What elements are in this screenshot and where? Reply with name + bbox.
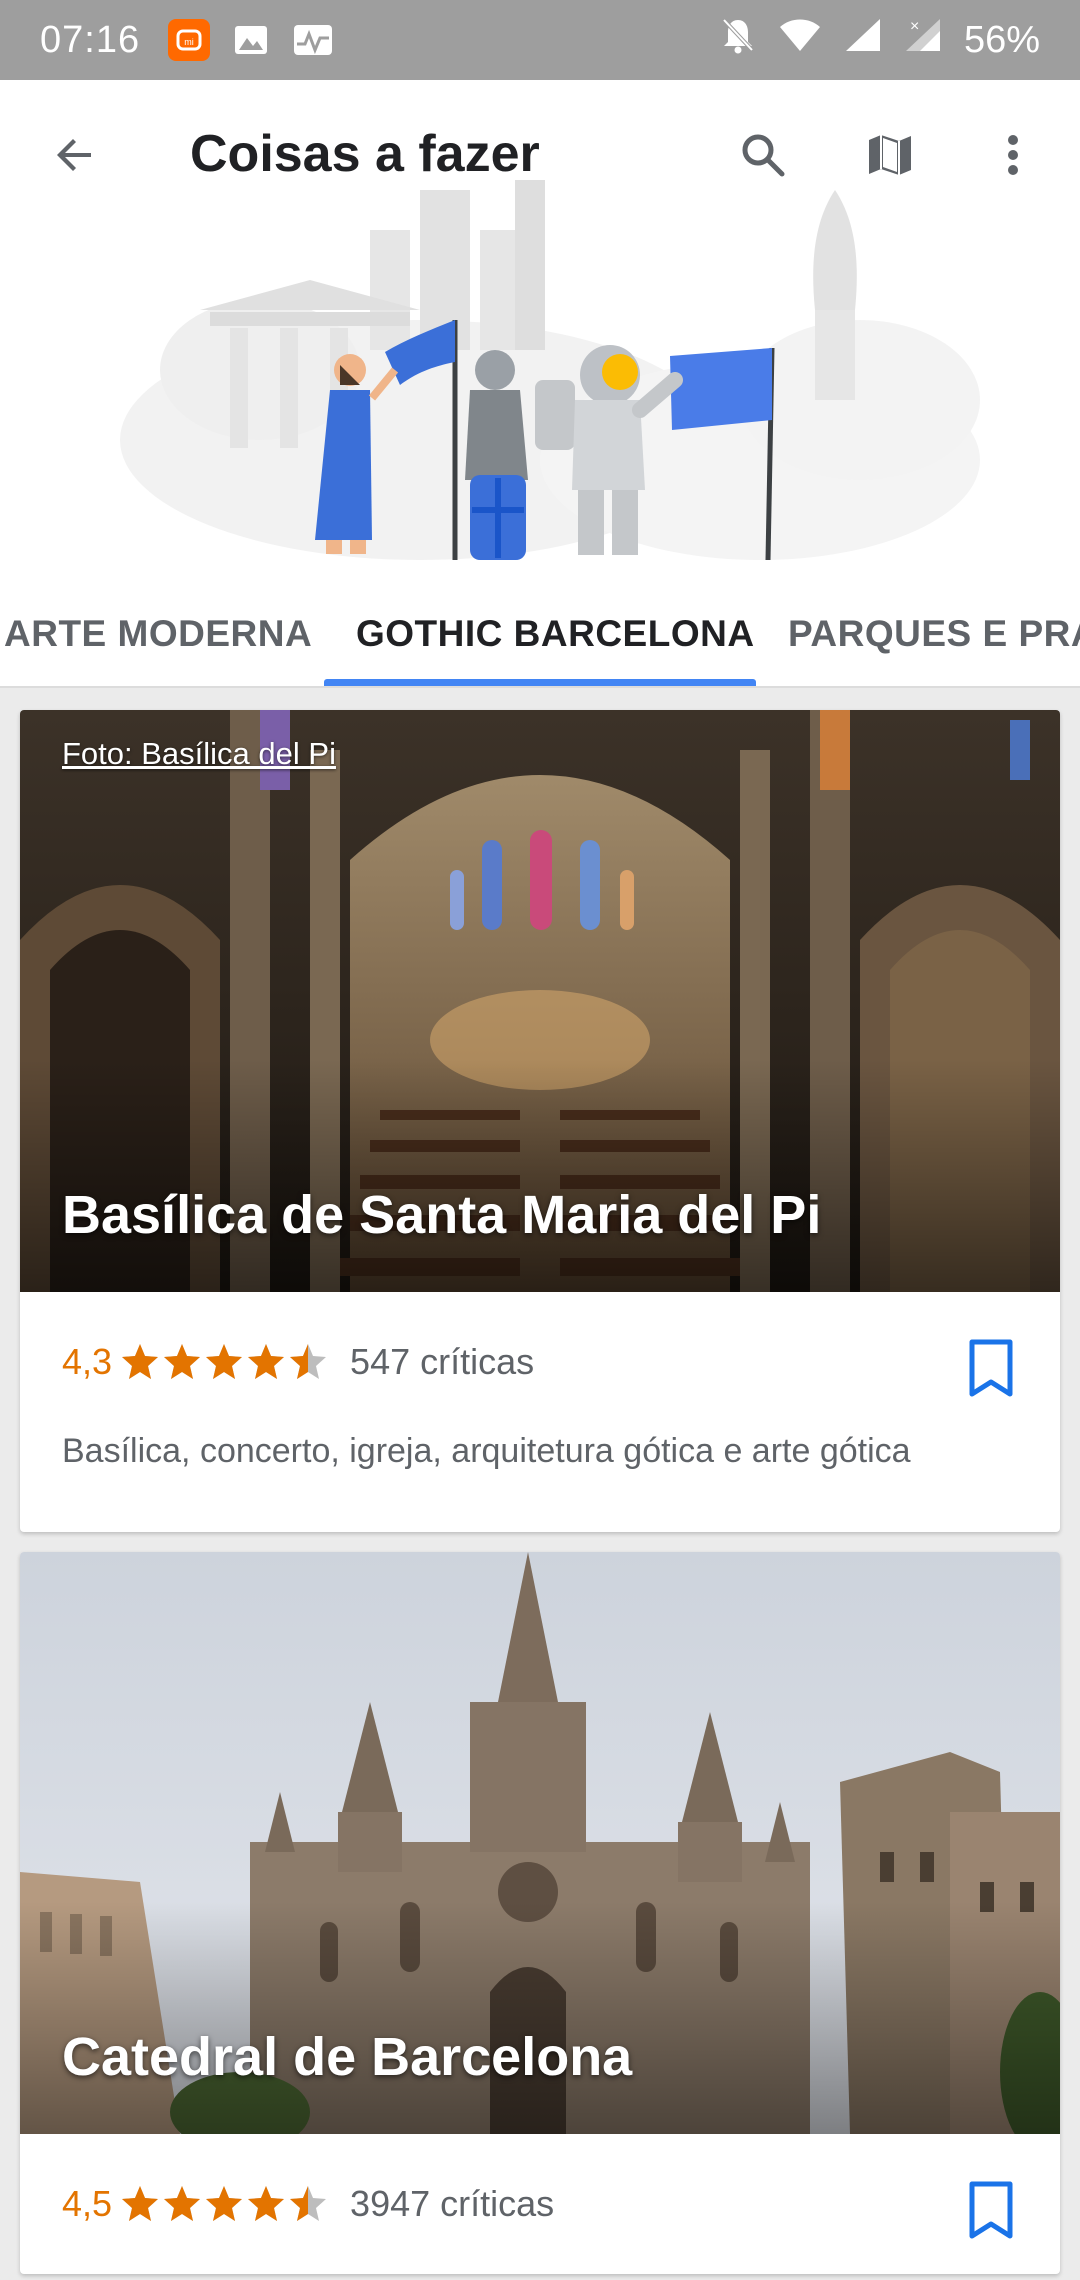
active-tab-indicator [324,679,756,686]
search-icon [742,134,785,177]
place-card[interactable]: Catedral de Barcelona 4,5 3947 críticas [20,1552,1060,2274]
place-card[interactable]: Foto: Basílica del Pi Basílica de Santa … [20,710,1060,1532]
mute-icon [720,16,756,64]
rating-row: 4,3 547 críticas [20,1292,1060,1432]
tab-arte-moderna[interactable]: ARTE MODERNA [4,580,312,686]
star-icon [290,1344,327,1379]
review-count[interactable]: 547 críticas [350,1341,534,1383]
svg-text:×: × [910,18,919,35]
search-button[interactable] [730,122,796,188]
star-icon [290,2186,327,2221]
star-icon [206,2186,243,2221]
save-place-button[interactable] [966,1338,1016,1398]
page-title: Coisas a fazer [190,125,540,183]
map-icon [869,135,911,175]
place-photo[interactable]: Foto: Basílica del Pi Basílica de Santa … [20,710,1060,1292]
back-arrow-icon [57,139,91,171]
save-place-button[interactable] [966,2180,1016,2240]
more-vert-icon [1008,135,1018,175]
header: Coisas a fazer [0,80,1080,580]
star-icon [164,1344,201,1379]
bookmark-icon [969,2181,1013,2239]
star-rating [120,2184,328,2224]
place-name: Catedral de Barcelona [62,2027,633,2087]
activity-icon [292,19,334,61]
more-options-button[interactable] [980,122,1046,188]
star-rating [120,1342,328,1382]
rating-value: 4,3 [62,1341,113,1382]
category-tabs: ARTE MODERNA GOTHIC BARCELONA PARQUES E … [0,580,1080,688]
signal-icon [844,17,882,63]
status-time: 07:16 [40,18,141,61]
star-icon [122,2186,159,2221]
photo-credit-link[interactable]: Foto: Basílica del Pi [62,736,336,772]
wifi-icon [778,17,822,63]
review-count[interactable]: 3947 críticas [350,2183,554,2225]
star-icon [206,1344,243,1379]
rating-value: 4,5 [62,2183,113,2224]
tab-parques-e-pracas[interactable]: PARQUES E PRAÇ [788,580,1080,686]
image-icon [230,19,272,61]
star-icon [248,1344,285,1379]
star-icon [122,1344,159,1379]
tab-gothic-barcelona[interactable]: GOTHIC BARCELONA [356,580,755,686]
rating-row: 4,5 3947 críticas [20,2134,1060,2274]
star-icon [164,2186,201,2221]
place-categories: Basílica, concerto, igreja, arquitetura … [62,1432,911,1470]
status-bar: 07:16 mi × 56% [0,0,1080,80]
battery-level: 56% [963,18,1040,61]
bookmark-icon [969,1339,1013,1397]
place-photo[interactable]: Catedral de Barcelona [20,1552,1060,2134]
map-button[interactable] [857,122,923,188]
back-button[interactable] [42,122,108,188]
mi-app-icon: mi [168,19,211,61]
star-icon [248,2186,285,2221]
svg-text:mi: mi [184,37,194,47]
place-name: Basílica de Santa Maria del Pi [62,1185,822,1245]
signal-x-icon: × [904,17,942,63]
